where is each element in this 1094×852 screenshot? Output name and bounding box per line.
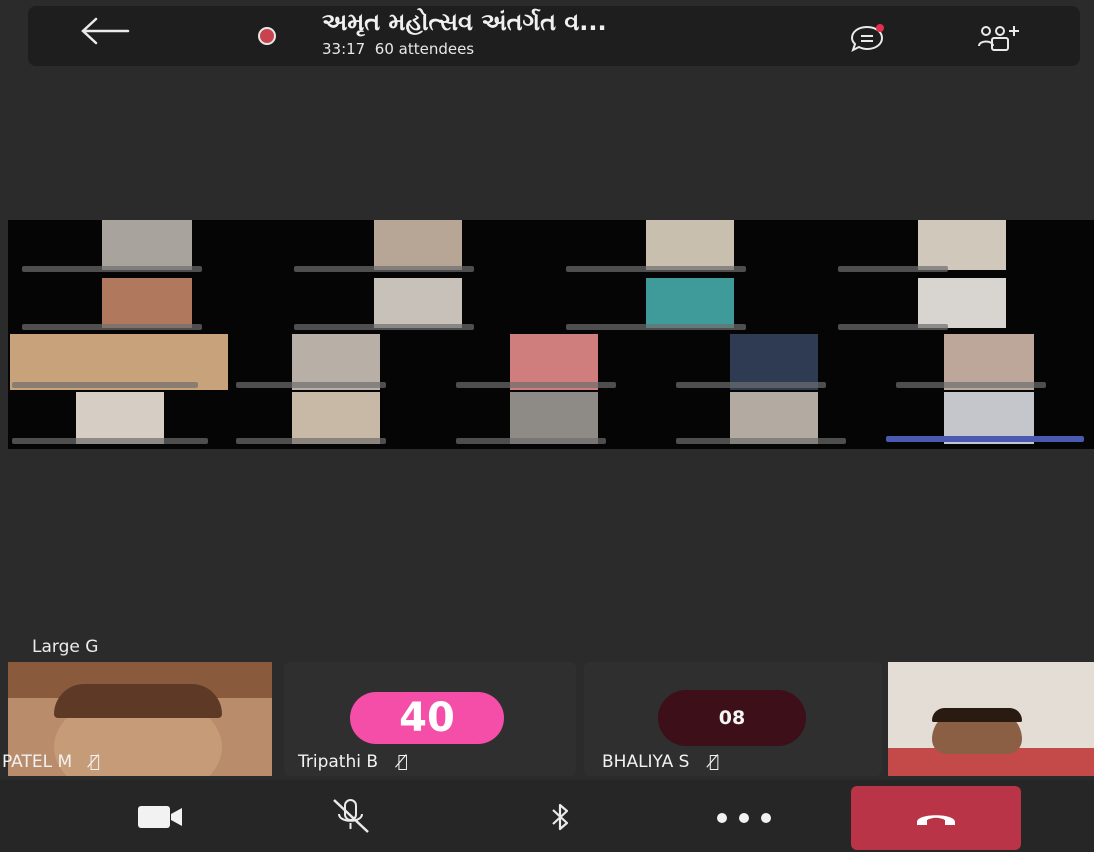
video-tile-label [236,382,386,388]
video-tile-label [456,438,606,444]
video-tile-label [294,324,474,330]
more-icon[interactable] [714,812,774,824]
video-tile-label [838,324,948,330]
video-tile-label [838,266,948,272]
video-tile-label [22,266,202,272]
hang-up-icon [917,815,955,825]
participant-name: PATEL M 🎙̸ [2,752,100,772]
video-tile-label [12,382,198,388]
mic-off-icon: 🎙̸ [708,752,720,772]
video-tile-label [566,266,746,272]
avatar: 08 [658,690,806,746]
video-tile [374,278,462,328]
video-tile-label [886,436,1084,442]
video-tile-label [456,382,616,388]
meeting-title[interactable]: અમૃત મહોત્સવ અંતર્ગત વ... [322,8,607,36]
participant-name: Tripathi B 🎙̸ [298,752,408,772]
video-tile [730,392,818,444]
gallery-label: Large G [32,637,99,657]
leave-call-button[interactable] [851,786,1021,850]
video-tile [646,278,734,328]
video-tile [102,278,192,328]
participant-name: BHALIYA S 🎙̸ [602,752,720,772]
video-tile-label [676,382,826,388]
video-tile-label [676,438,846,444]
meeting-status: 33:17 60 attendees [322,40,474,58]
video-camera-icon[interactable] [138,802,184,832]
mic-off-icon: 🎙̸ [89,752,100,772]
video-tile [292,392,380,444]
chat-icon[interactable] [850,24,884,52]
participant-tile[interactable] [888,662,1094,776]
participants-add-icon[interactable] [976,22,1024,52]
mic-off-icon: 🎙̸ [397,752,408,772]
avatar: 40 [350,692,504,744]
shared-gallery-view [8,220,1094,449]
video-tile-label [22,324,202,330]
video-tile [76,392,164,444]
recording-indicator [258,27,276,45]
video-tile-label [12,438,208,444]
video-tile [510,392,598,444]
video-tile [102,220,192,270]
video-tile-label [294,266,474,272]
back-arrow-icon[interactable] [78,16,130,46]
video-tile-label [896,382,1046,388]
video-tile-label [566,324,746,330]
video-tile-label [236,438,386,444]
chat-notification-dot [876,24,884,32]
video-tile [646,220,734,270]
attendee-count: 60 attendees [374,40,475,58]
mic-off-icon[interactable] [330,798,372,834]
video-tile [918,278,1006,328]
video-tile [918,220,1006,270]
meeting-timer: 33:17 [322,40,366,58]
bluetooth-icon[interactable] [550,802,572,832]
video-tile [374,220,462,270]
